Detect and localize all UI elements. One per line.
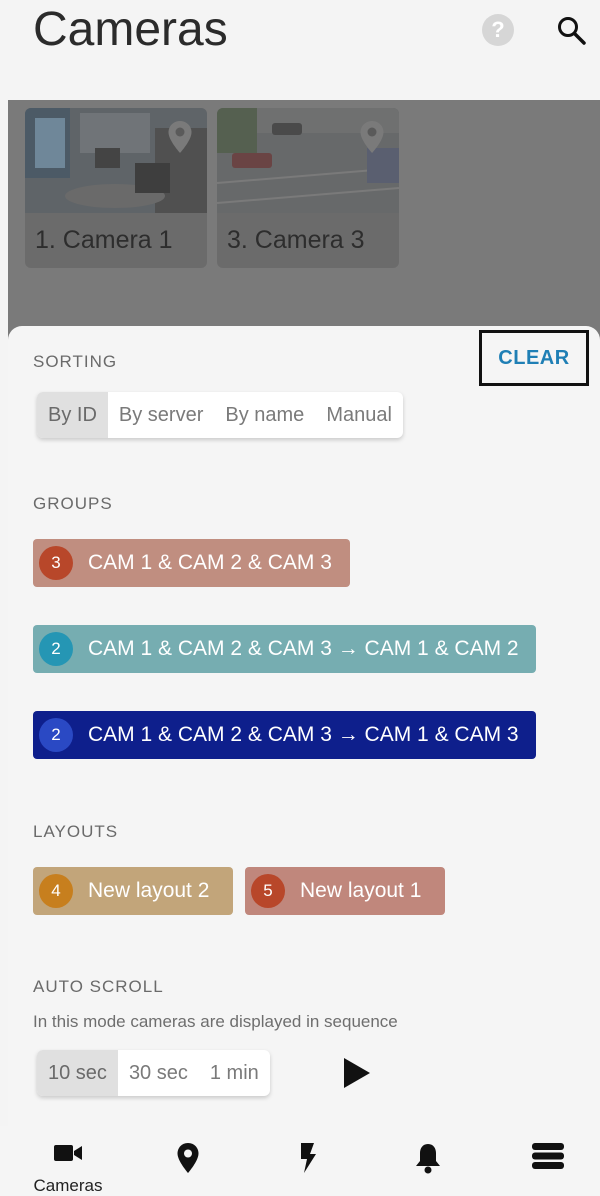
nav-map[interactable] bbox=[148, 1126, 228, 1196]
help-icon[interactable]: ? bbox=[482, 14, 514, 46]
sorting-segmented-control: By ID By server By name Manual bbox=[37, 392, 403, 438]
count-badge: 2 bbox=[39, 632, 73, 666]
count-badge: 2 bbox=[39, 718, 73, 752]
auto-scroll-description: In this mode cameras are displayed in se… bbox=[33, 1012, 398, 1031]
interval-30-sec-option[interactable]: 30 sec bbox=[118, 1050, 199, 1096]
bell-icon bbox=[416, 1144, 440, 1174]
lightning-icon bbox=[301, 1143, 316, 1173]
group-chip[interactable]: 2 CAM 1 & CAM 2 & CAM 3 → CAM 1 & CAM 2 bbox=[33, 625, 536, 673]
camera-tile[interactable]: 1. Camera 1 bbox=[25, 108, 207, 268]
group-chip[interactable]: 2 CAM 1 & CAM 2 & CAM 3 → CAM 1 & CAM 3 bbox=[33, 711, 536, 759]
group-chip[interactable]: 3 CAM 1 & CAM 2 & CAM 3 bbox=[33, 539, 350, 587]
auto-scroll-title: AUTO SCROLL bbox=[33, 977, 164, 996]
sort-by-id-option[interactable]: By ID bbox=[37, 392, 108, 438]
layout-chip[interactable]: 5 New layout 1 bbox=[245, 867, 445, 915]
interval-1-min-option[interactable]: 1 min bbox=[199, 1050, 270, 1096]
group-label: CAM 1 & CAM 2 & CAM 3 → CAM 1 & CAM 3 bbox=[88, 723, 519, 746]
camera-label: 3. Camera 3 bbox=[227, 226, 365, 254]
groups-title: GROUPS bbox=[33, 494, 113, 513]
layouts-title: LAYOUTS bbox=[33, 822, 119, 841]
interval-10-sec-option[interactable]: 10 sec bbox=[37, 1050, 118, 1096]
count-badge: 4 bbox=[39, 874, 73, 908]
camera-tile[interactable]: 3. Camera 3 bbox=[217, 108, 399, 268]
sort-manual-option[interactable]: Manual bbox=[315, 392, 403, 438]
page-title: Cameras bbox=[33, 3, 228, 56]
layout-chip[interactable]: 4 New layout 2 bbox=[33, 867, 233, 915]
count-badge: 5 bbox=[251, 874, 285, 908]
layout-label: New layout 1 bbox=[300, 879, 422, 902]
group-label: CAM 1 & CAM 2 & CAM 3 → CAM 1 & CAM 2 bbox=[88, 637, 519, 660]
sort-by-name-option[interactable]: By name bbox=[214, 392, 315, 438]
camera-grid: 1. Camera 1 3. Camera 3 bbox=[8, 100, 600, 340]
search-icon[interactable] bbox=[555, 14, 587, 46]
clear-button[interactable]: CLEAR bbox=[479, 330, 589, 386]
map-pin-icon bbox=[360, 121, 384, 153]
map-pin-icon bbox=[177, 1143, 199, 1173]
bottom-navigation: Cameras bbox=[0, 1126, 600, 1196]
nav-menu[interactable] bbox=[508, 1126, 588, 1196]
layout-label: New layout 2 bbox=[88, 879, 210, 902]
filter-sheet: SORTING CLEAR By ID By server By name Ma… bbox=[8, 326, 600, 1126]
sorting-title: SORTING bbox=[33, 352, 118, 371]
camera-label: 1. Camera 1 bbox=[35, 226, 173, 254]
auto-scroll-interval-control: 10 sec 30 sec 1 min bbox=[37, 1050, 270, 1096]
count-badge: 3 bbox=[39, 546, 73, 580]
nav-label: Cameras bbox=[33, 1176, 103, 1195]
map-pin-icon bbox=[168, 121, 192, 153]
play-icon[interactable] bbox=[341, 1056, 373, 1090]
group-label: CAM 1 & CAM 2 & CAM 3 bbox=[88, 551, 332, 574]
nav-cameras[interactable]: Cameras bbox=[28, 1126, 108, 1196]
nav-events[interactable] bbox=[268, 1126, 348, 1196]
nav-notifications[interactable] bbox=[388, 1126, 468, 1196]
menu-stack-icon bbox=[532, 1143, 564, 1169]
sort-by-server-option[interactable]: By server bbox=[108, 392, 214, 438]
video-camera-icon bbox=[54, 1145, 82, 1161]
app-header: Cameras ? bbox=[0, 0, 600, 100]
